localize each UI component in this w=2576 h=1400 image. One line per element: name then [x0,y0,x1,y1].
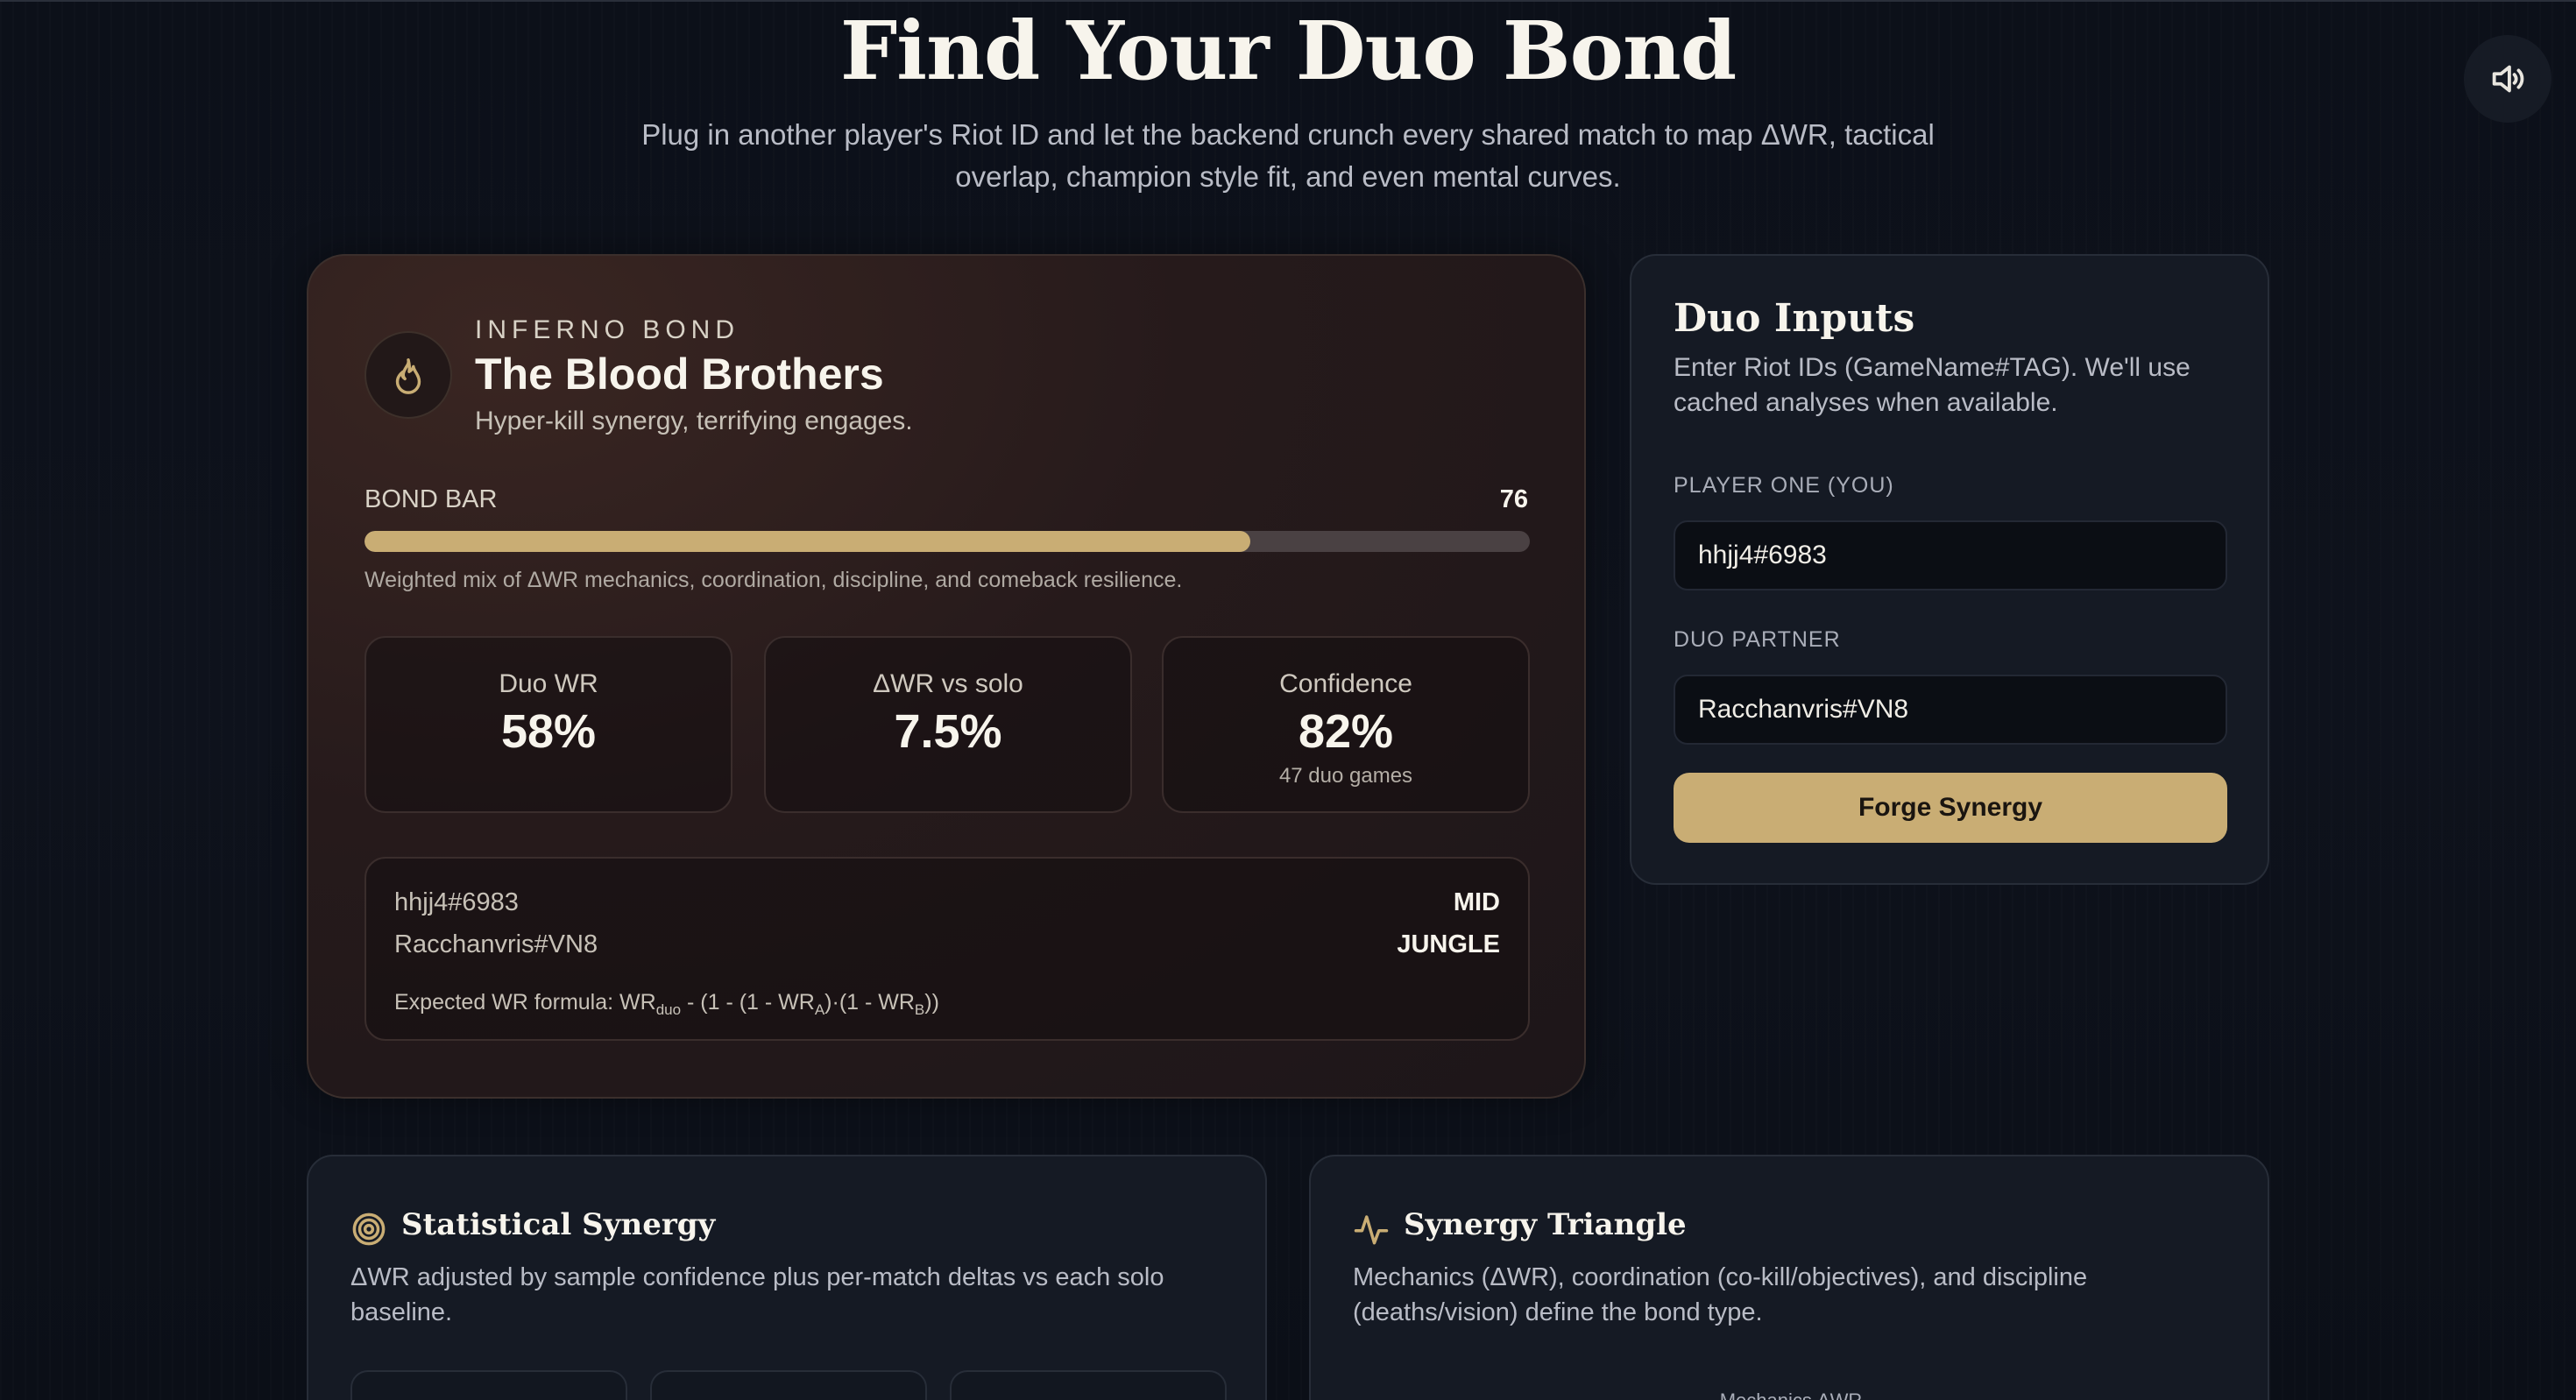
inputs-description: Enter Riot IDs (GameName#TAG). We'll use… [1674,353,2190,417]
sound-toggle-button[interactable] [2464,35,2551,123]
player-two-role: JUNGLE [1397,930,1500,958]
duo-pair-box: hhjj4#6983 MID Racchanvris#VN8 JUNGLE Ex… [364,857,1530,1041]
stat-value: 82% [1298,705,1394,758]
flame-icon [395,358,421,394]
synergy-metric-card [350,1370,627,1400]
stat-value: 58% [500,705,597,758]
formula-text: - (1 - (1 - WR [681,990,815,1015]
target-icon [352,1213,386,1246]
bond-card: INFERNO BOND The Blood Brothers Hyper-ki… [307,254,1586,1099]
bond-bar-note: Weighted mix of ΔWR mechanics, coordinat… [364,568,1183,592]
bond-bar-fill [364,531,1250,552]
stat-subtext: 47 duo games [1278,764,1413,788]
formula-subscript: duo [655,1001,682,1018]
formula-text: Expected WR formula: WR [394,990,656,1015]
inputs-title: Duo Inputs [1674,296,1915,341]
speaker-icon [2492,65,2524,93]
formula-text: )) [924,990,939,1015]
bond-tier: INFERNO BOND [475,315,740,344]
triangle-axis-label: Mechanics ΔWR [1311,1389,2271,1400]
formula-subscript: A [814,1001,825,1018]
expected-wr-formula: Expected WR formula: WRduo - (1 - (1 - W… [394,990,939,1019]
synergy-triangle-title: Synergy Triangle [1404,1207,1687,1242]
player-one-input[interactable]: hhjj4#6983 [1674,520,2227,590]
synergy-metric-card [950,1370,1227,1400]
bond-tagline: Hyper-kill synergy, terrifying engages. [475,407,913,435]
synergy-triangle-description: Mechanics (ΔWR), coordination (co-kill/o… [1353,1263,2088,1326]
page-subtitle: Plug in another player's Riot ID and let… [641,118,1935,193]
synergy-metric-card [650,1370,927,1400]
stat-value: 7.5% [894,705,1002,758]
stat-duo-wr: Duo WR 58% [364,636,732,813]
player-one-role: MID [1453,888,1500,916]
top-border [0,0,2576,2]
formula-text: )·(1 - WR [824,990,915,1015]
player-one-label: PLAYER ONE (YOU) [1674,473,1894,498]
stat-label: Duo WR [499,669,598,698]
statistical-synergy-title: Statistical Synergy [401,1207,716,1242]
synergy-triangle-panel: Synergy Triangle Mechanics (ΔWR), coordi… [1309,1155,2269,1400]
duo-inputs-card: Duo Inputs Enter Riot IDs (GameName#TAG)… [1630,254,2269,885]
page-title: Find Your Duo Bond [839,4,1737,98]
player-one-name: hhjj4#6983 [394,888,519,916]
formula-subscript: B [914,1001,925,1018]
bond-name: The Blood Brothers [475,350,884,399]
duo-partner-input[interactable]: Racchanvris#VN8 [1674,675,2227,745]
stat-delta-wr: ΔWR vs solo 7.5% [764,636,1132,813]
duo-partner-label: DUO PARTNER [1674,627,1841,652]
bond-bar-value: 76 [1499,485,1528,513]
stat-label: ΔWR vs solo [873,669,1023,698]
player-two-name: Racchanvris#VN8 [394,930,598,958]
stat-confidence: Confidence 82% 47 duo games [1162,636,1530,813]
stat-label: Confidence [1279,669,1412,698]
bond-badge [364,331,452,419]
pulse-icon [1354,1215,1389,1245]
statistical-synergy-panel: Statistical Synergy ΔWR adjusted by samp… [307,1155,1267,1400]
bond-bar-label: BOND BAR [364,485,498,513]
statistical-synergy-description: ΔWR adjusted by sample confidence plus p… [350,1263,1164,1326]
bond-bar-track [364,531,1530,552]
forge-synergy-button[interactable]: Forge Synergy [1674,773,2227,843]
